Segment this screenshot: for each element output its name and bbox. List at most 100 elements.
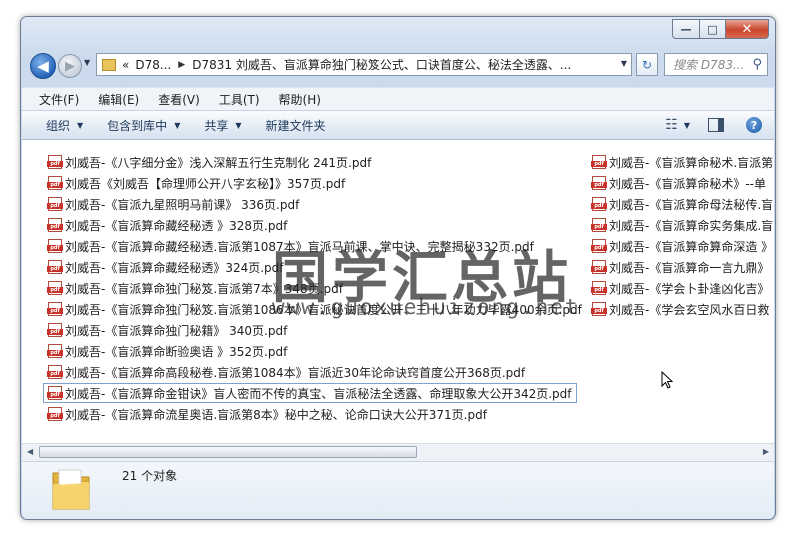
horizontal-scrollbar[interactable]: ◀ ▶ <box>22 443 774 461</box>
file-item[interactable]: 刘威吾-《盲派九星照明马前课》 336页.pdf <box>44 194 299 214</box>
pdf-file-icon <box>591 197 607 211</box>
file-item[interactable]: 刘威吾-《盲派算命独门秘笈.盲派第7本》348页.pdf <box>44 278 343 298</box>
file-name: 刘威吾-《盲派算命高段秘卷.盲派第1084本》盲派近30年论命诀窍首度公开368… <box>65 365 526 380</box>
file-item[interactable]: 刘威吾-《盲派算命藏经秘透 》328页.pdf <box>44 215 287 235</box>
breadcrumb-separator-icon[interactable]: ▶ <box>178 60 185 70</box>
minimize-button[interactable]: — <box>672 19 700 39</box>
file-list[interactable]: 刘威吾-《八字细分金》浅入深解五行生克制化 241页.pdf 刘威吾《刘威吾【命理… <box>22 140 774 443</box>
menu-edit[interactable]: 编辑(E) <box>98 91 139 108</box>
scrollbar-thumb[interactable] <box>39 446 417 458</box>
file-item[interactable]: 刘威吾-《盲派算命独门秘籍》 340页.pdf <box>44 320 287 340</box>
share-button[interactable]: 共享 ▼ <box>204 117 241 134</box>
pdf-file-icon <box>47 323 63 337</box>
preview-pane-icon[interactable] <box>708 118 724 132</box>
pdf-file-icon <box>47 260 63 274</box>
folder-icon <box>52 469 90 510</box>
chevron-down-icon: ▼ <box>77 120 84 130</box>
close-button[interactable]: ✕ <box>726 19 769 39</box>
file-item[interactable]: 刘威吾-《盲派算命流星奥语.盲派第8本》秘中之秘、论命口诀大公开371页.pdf <box>44 404 487 424</box>
back-arrow-icon: ◀ <box>37 57 49 75</box>
refresh-button[interactable]: ↻ <box>636 53 658 76</box>
file-name: 刘威吾-《盲派算命算命深造 》 <box>609 239 774 254</box>
pdf-file-icon <box>47 176 63 190</box>
forward-arrow-icon: ▶ <box>65 58 75 74</box>
chevron-down-icon: ▼ <box>235 120 242 130</box>
view-options-icon[interactable]: ☷ <box>665 117 678 133</box>
file-name: 刘威吾-《学会玄空风水百日救 <box>609 302 770 317</box>
pdf-file-icon <box>591 218 607 232</box>
scroll-left-icon[interactable]: ◀ <box>27 447 33 456</box>
file-item[interactable]: 刘威吾-《盲派算命金钳诀》盲人密而不传的真宝、盲派秘法全透露、命理取象大公开34… <box>43 383 577 403</box>
details-pane: 21 个对象 <box>22 461 774 519</box>
pdf-file-icon <box>591 176 607 190</box>
recent-pages-chevron-icon[interactable]: ▼ <box>84 58 90 67</box>
pdf-file-icon <box>47 386 63 400</box>
new-folder-button[interactable]: 新建文件夹 <box>266 117 326 134</box>
mouse-cursor-icon <box>661 371 673 389</box>
file-name: 刘威吾-《学会卜卦逢凶化吉》 <box>609 281 770 296</box>
file-name: 刘威吾-《盲派算命独门秘籍》 340页.pdf <box>65 323 288 338</box>
navigation-bar: ◀ ▶ ▼ « D78... ▶ D7831 刘威吾、盲派算命独门秘笈公式、口诀… <box>28 51 768 81</box>
share-label: 共享 <box>204 118 229 133</box>
include-library-label: 包含到库中 <box>107 118 168 133</box>
file-item[interactable]: 刘威吾-《盲派算命一言九鼎》 <box>588 257 769 277</box>
breadcrumb-item[interactable]: D78... <box>135 58 171 72</box>
menu-view[interactable]: 查看(V) <box>158 91 200 108</box>
file-name: 刘威吾-《盲派算命秘术》--单 <box>609 176 766 191</box>
search-input[interactable]: 搜索 D783... ⚲ <box>664 53 768 76</box>
menu-file[interactable]: 文件(F) <box>39 91 79 108</box>
file-name: 刘威吾-《盲派算命实务集成.盲 <box>609 218 774 233</box>
organize-label: 组织 <box>46 118 71 133</box>
include-library-button[interactable]: 包含到库中 ▼ <box>107 117 180 134</box>
file-item[interactable]: 刘威吾-《学会玄空风水百日救 <box>588 299 769 319</box>
file-name: 刘威吾-《盲派算命独门秘笈.盲派第1086本》盲派秘诀首度公开、三十八年功力毕露… <box>65 302 582 317</box>
breadcrumb-overflow[interactable]: « <box>122 58 129 72</box>
file-name: 刘威吾-《盲派算命藏经秘透 》328页.pdf <box>65 218 288 233</box>
refresh-icon: ↻ <box>641 57 653 72</box>
file-item[interactable]: 刘威吾-《学会卜卦逢凶化吉》 <box>588 278 769 298</box>
file-item[interactable]: 刘威吾-《盲派算命实务集成.盲 <box>588 215 773 235</box>
organize-button[interactable]: 组织 ▼ <box>46 117 83 134</box>
file-item[interactable]: 刘威吾-《盲派算命母法秘传.盲 <box>588 194 773 214</box>
file-name: 刘威吾《刘威吾【命理师公开八字玄秘】》357页.pdf <box>65 176 346 191</box>
scroll-right-icon[interactable]: ▶ <box>763 447 769 456</box>
pdf-file-icon <box>591 239 607 253</box>
file-name: 刘威吾-《盲派算命独门秘笈.盲派第7本》348页.pdf <box>65 281 343 296</box>
item-count: 21 个对象 <box>122 469 178 483</box>
pdf-file-icon <box>591 281 607 295</box>
pdf-file-icon <box>47 344 63 358</box>
menu-tools[interactable]: 工具(T) <box>219 91 260 108</box>
chevron-down-icon: ▼ <box>174 120 181 130</box>
pdf-file-icon <box>47 365 63 379</box>
file-item[interactable]: 刘威吾-《八字细分金》浅入深解五行生克制化 241页.pdf <box>44 152 371 172</box>
window-controls: — □ ✕ <box>672 19 769 39</box>
menu-help[interactable]: 帮助(H) <box>279 91 321 108</box>
search-icon[interactable]: ⚲ <box>752 57 762 72</box>
help-icon[interactable]: ? <box>746 117 762 133</box>
maximize-button[interactable]: □ <box>700 19 726 39</box>
file-name: 刘威吾-《八字细分金》浅入深解五行生克制化 241页.pdf <box>65 155 372 170</box>
pdf-file-icon <box>591 155 607 169</box>
view-chevron-down-icon[interactable]: ▼ <box>684 121 690 130</box>
file-item[interactable]: 刘威吾-《盲派算命断验奥语 》352页.pdf <box>44 341 287 361</box>
file-item[interactable]: 刘威吾-《盲派算命独门秘笈.盲派第1086本》盲派秘诀首度公开、三十八年功力毕露… <box>44 299 582 319</box>
address-dropdown-icon[interactable]: ▼ <box>621 59 627 68</box>
file-item[interactable]: 刘威吾-《盲派算命秘术.盲派第 <box>588 152 773 172</box>
file-name: 刘威吾-《盲派算命藏经秘透》324页.pdf <box>65 260 284 275</box>
back-button[interactable]: ◀ <box>30 53 56 79</box>
forward-button[interactable]: ▶ <box>58 54 82 78</box>
new-folder-label: 新建文件夹 <box>265 118 326 133</box>
file-item[interactable]: 刘威吾-《盲派算命秘术》--单 <box>588 173 766 193</box>
search-placeholder: 搜索 D783... <box>673 58 745 72</box>
file-item[interactable]: 刘威吾《刘威吾【命理师公开八字玄秘】》357页.pdf <box>44 173 345 193</box>
file-item[interactable]: 刘威吾-《盲派算命藏经秘透.盲派第1087本》盲派马前课、掌中诀、完整揭秘332… <box>44 236 534 256</box>
file-item[interactable]: 刘威吾-《盲派算命高段秘卷.盲派第1084本》盲派近30年论命诀窍首度公开368… <box>44 362 525 382</box>
address-bar[interactable]: « D78... ▶ D7831 刘威吾、盲派算命独门秘笈公式、口诀首度公、秘法… <box>96 53 632 76</box>
file-item[interactable]: 刘威吾-《盲派算命算命深造 》 <box>588 236 773 256</box>
pdf-file-icon <box>591 260 607 274</box>
file-name: 刘威吾-《盲派算命秘术.盲派第 <box>609 155 774 170</box>
breadcrumb-item-current[interactable]: D7831 刘威吾、盲派算命独门秘笈公式、口诀首度公、秘法全透露、... <box>192 56 571 73</box>
file-item[interactable]: 刘威吾-《盲派算命藏经秘透》324页.pdf <box>44 257 284 277</box>
explorer-window: — □ ✕ ◀ ▶ ▼ « D78... ▶ D7831 刘威吾、盲派算命独门秘… <box>20 16 776 520</box>
pdf-file-icon <box>47 407 63 421</box>
